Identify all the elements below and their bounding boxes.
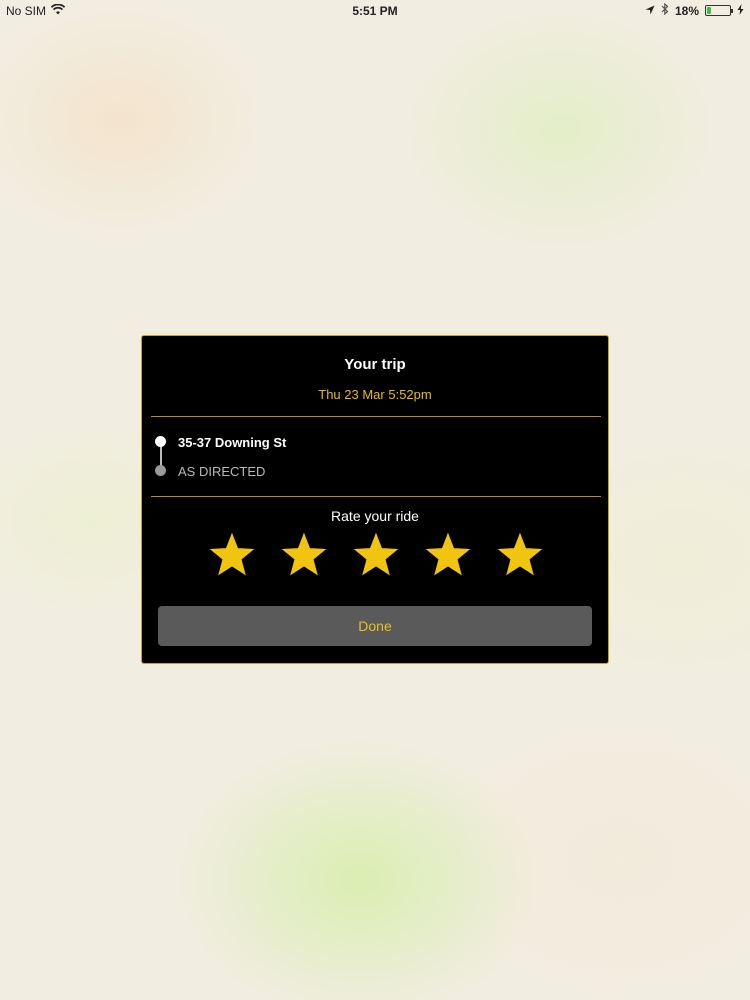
- charging-bolt-icon: [737, 3, 744, 18]
- star-4-icon[interactable]: [424, 531, 472, 579]
- divider-bottom: [151, 496, 601, 497]
- divider-top: [151, 416, 601, 417]
- dropoff-address: AS DIRECTED: [178, 464, 266, 479]
- star-rating: [208, 531, 544, 579]
- status-right: 18%: [645, 2, 744, 18]
- battery-icon: [705, 5, 733, 16]
- star-3-icon[interactable]: [352, 531, 400, 579]
- star-5-icon[interactable]: [496, 531, 544, 579]
- status-time: 5:51 PM: [352, 4, 398, 18]
- rate-label: Rate your ride: [331, 508, 419, 524]
- star-1-icon[interactable]: [208, 531, 256, 579]
- pickup-address: 35-37 Downing St: [178, 435, 287, 450]
- location-arrow-icon: [645, 4, 655, 18]
- bluetooth-icon: [661, 2, 669, 18]
- trip-summary-card: Your trip Thu 23 Mar 5:52pm 35-37 Downin…: [141, 335, 609, 664]
- pickup-dot-icon: [155, 436, 166, 447]
- trip-date: Thu 23 Mar 5:52pm: [318, 387, 432, 402]
- dropoff-dot-icon: [155, 465, 166, 476]
- card-title: Your trip: [344, 356, 406, 373]
- status-bar: No SIM 5:51 PM 18%: [0, 0, 750, 22]
- done-button[interactable]: Done: [158, 606, 592, 646]
- star-2-icon[interactable]: [280, 531, 328, 579]
- battery-percent: 18%: [674, 3, 699, 18]
